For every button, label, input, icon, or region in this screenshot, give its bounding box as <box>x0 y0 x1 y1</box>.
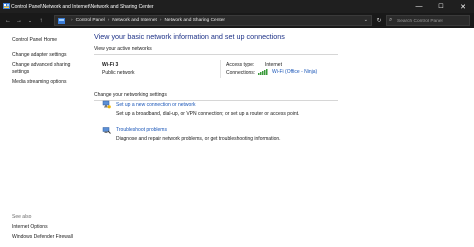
refresh-button[interactable]: ↻ <box>374 15 384 26</box>
setup-connection-description: Set up a broadband, dial-up, or VPN conn… <box>116 111 300 117</box>
troubleshoot-description: Diagnose and repair network problems, or… <box>116 136 281 142</box>
search-input[interactable] <box>397 17 467 25</box>
main-content: View your basic network information and … <box>86 28 474 247</box>
see-also-label: See also <box>12 214 32 220</box>
breadcrumb-separator: › <box>107 18 110 23</box>
sidebar-item-media-streaming-options[interactable]: Media streaming options <box>12 79 66 86</box>
access-type-value: Internet <box>265 62 282 68</box>
sidebar-item-change-advanced-sharing-cont[interactable]: settings <box>12 69 29 76</box>
refresh-icon: ↻ <box>376 18 382 24</box>
breadcrumb-separator: › <box>159 18 162 23</box>
troubleshoot-link[interactable]: Troubleshoot problems <box>116 127 167 133</box>
sidebar-item-change-advanced-sharing[interactable]: Change advanced sharing <box>12 62 70 69</box>
address-bar: ← → ⌄ ↑ › Control Panel › Network and In… <box>0 13 474 28</box>
search-icon: ⌕ <box>389 17 393 23</box>
sidebar: Control Panel Home Change adapter settin… <box>0 28 86 247</box>
control-panel-icon <box>3 3 10 9</box>
chevron-down-icon[interactable]: ⌄ <box>364 17 368 23</box>
breadcrumb-control-panel[interactable]: Control Panel <box>76 18 105 23</box>
sidebar-item-change-adapter-settings[interactable]: Change adapter settings <box>12 52 66 59</box>
chevron-down-icon: ⌄ <box>28 17 32 23</box>
divider <box>94 54 338 55</box>
arrow-up-icon: ↑ <box>39 17 43 24</box>
network-name: Wi-Fi 3 <box>102 62 119 68</box>
back-button[interactable]: ← <box>3 15 13 26</box>
minimize-button[interactable]: — <box>408 0 430 13</box>
breadcrumb-network-and-sharing-center[interactable]: Network and Sharing Center <box>164 18 225 23</box>
sidebar-item-control-panel-home[interactable]: Control Panel Home <box>12 37 57 44</box>
search-box[interactable]: ⌕ <box>386 15 470 26</box>
divider <box>94 100 338 101</box>
window-title: Control Panel\Network and Internet\Netwo… <box>11 3 154 10</box>
active-networks-label: View your active networks <box>94 46 152 52</box>
wifi-signal-icon <box>258 69 268 75</box>
control-panel-small-icon <box>58 17 65 24</box>
sidebar-item-windows-defender-firewall[interactable]: Windows Defender Firewall <box>12 234 73 241</box>
arrow-right-icon: → <box>16 17 22 24</box>
forward-button[interactable]: → <box>14 15 24 26</box>
breadcrumb[interactable]: › Control Panel › Network and Internet ›… <box>54 15 372 26</box>
title-bar: Control Panel\Network and Internet\Netwo… <box>0 0 474 13</box>
breadcrumb-network-and-internet[interactable]: Network and Internet <box>112 18 157 23</box>
connections-label: Connections: <box>226 70 256 76</box>
connection-link[interactable]: Wi-Fi (Office - Ninja) <box>272 69 317 75</box>
divider <box>220 60 221 78</box>
network-category[interactable]: Public network <box>102 70 135 76</box>
recent-locations-button[interactable]: ⌄ <box>25 15 35 26</box>
troubleshoot-icon <box>102 127 111 134</box>
page-title: View your basic network information and … <box>94 32 285 41</box>
close-button[interactable]: ✕ <box>452 0 474 13</box>
maximize-button[interactable]: ☐ <box>430 0 452 13</box>
sidebar-item-internet-options[interactable]: Internet Options <box>12 224 48 231</box>
setup-connection-link[interactable]: Set up a new connection or network <box>116 102 196 108</box>
arrow-left-icon: ← <box>5 17 11 24</box>
breadcrumb-separator: › <box>71 18 73 23</box>
change-settings-label: Change your networking settings <box>94 92 167 98</box>
up-button[interactable]: ↑ <box>36 15 46 26</box>
access-type-label: Access type: <box>226 62 255 68</box>
network-setup-icon <box>102 100 111 109</box>
